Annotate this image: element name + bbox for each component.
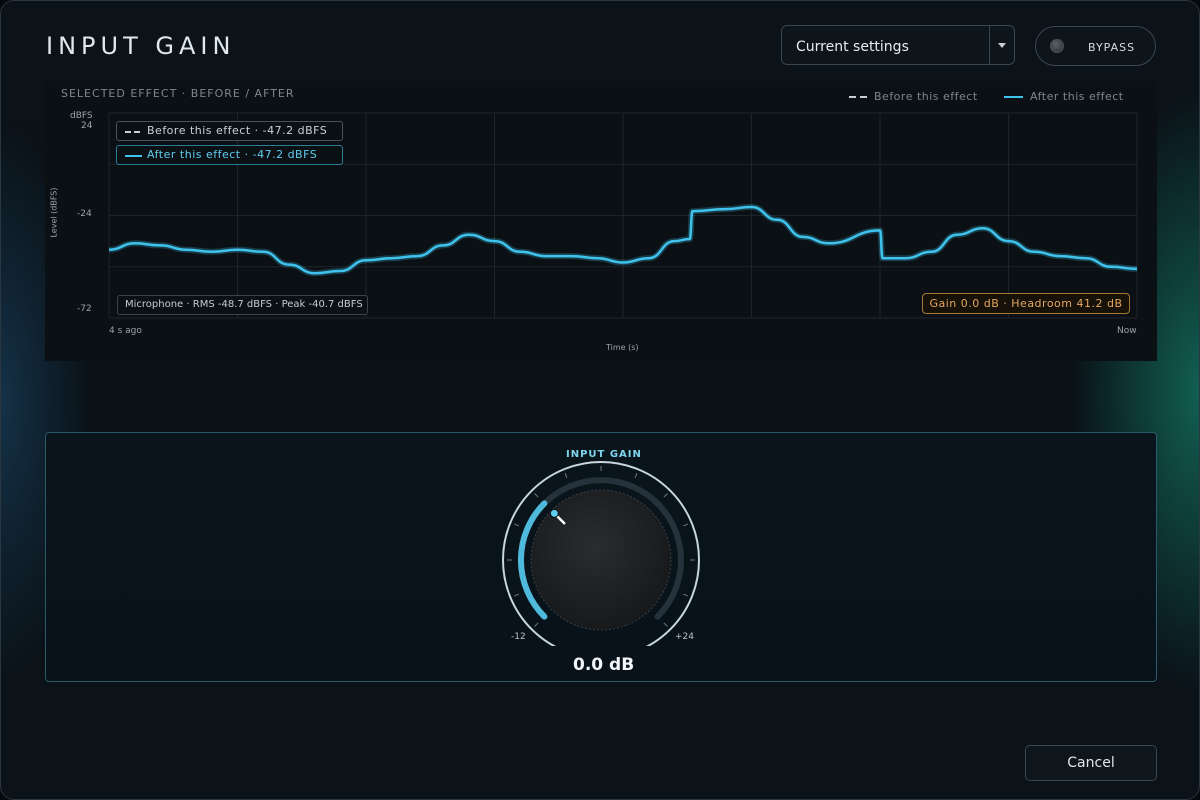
before-after-chart: SELECTED EFFECT · BEFORE / AFTER Before … [45, 81, 1157, 361]
knob-tick [683, 523, 689, 527]
knob-tick [564, 472, 568, 478]
x-axis-title: Time (s) [606, 343, 639, 352]
bypass-led-icon [1050, 39, 1064, 53]
y-axis-title: Level (dBFS) [49, 187, 59, 238]
knob-tick [634, 472, 638, 478]
preset-dropdown[interactable]: Current settings [781, 25, 1015, 65]
preset-selected-value: Current settings [796, 39, 909, 55]
y-tick-label: 24 [81, 121, 93, 131]
gain-headroom-badge: Gain 0.0 dB · Headroom 41.2 dB [922, 293, 1130, 314]
legend-before: Before this effect [874, 90, 978, 103]
knob-tick [534, 493, 539, 498]
bypass-label: BYPASS [1088, 41, 1136, 54]
y-tick-label: -24 [77, 209, 92, 219]
knob-tick [513, 523, 519, 527]
legend-after: After this effect [1030, 90, 1124, 103]
page-title: INPUT GAIN [46, 32, 236, 60]
knob-min-label: -12 [511, 632, 526, 642]
knob-tick [683, 593, 689, 597]
chart-grid [108, 112, 1138, 319]
x-start-label: 4 s ago [109, 326, 142, 336]
cancel-button[interactable]: Cancel [1025, 745, 1157, 781]
legend-swatch-after [1004, 96, 1023, 98]
callout-before-text: Before this effect · -47.2 dBFS [147, 124, 328, 137]
y-unit-label: dBFS [70, 111, 93, 121]
chevron-down-icon[interactable] [989, 26, 1014, 64]
callout-after: After this effect · -47.2 dBFS [116, 145, 343, 165]
knob-indicator-dot [549, 508, 559, 518]
x-end-label: Now [1117, 326, 1137, 336]
knob-tick [534, 622, 539, 627]
y-tick-label: -72 [77, 304, 92, 314]
knob-tick [663, 493, 668, 498]
knob-value-readout: 0.0 dB [573, 655, 635, 675]
effect-dialog: INPUT GAIN Current settings BYPASS SELEC… [0, 0, 1200, 800]
knob-max-label: +24 [675, 632, 694, 642]
legend-swatch-before [849, 96, 868, 98]
bypass-toggle[interactable]: BYPASS [1035, 26, 1156, 66]
input-meter-caption: Microphone · RMS -48.7 dBFS · Peak -40.7… [117, 295, 368, 315]
chart-heading: SELECTED EFFECT · BEFORE / AFTER [61, 87, 295, 100]
callout-before: Before this effect · -47.2 dBFS [116, 121, 343, 141]
gain-knob[interactable] [491, 456, 711, 646]
callout-after-text: After this effect · -47.2 dBFS [147, 148, 318, 161]
knob-tick [663, 622, 668, 627]
knob-tick [513, 593, 519, 597]
